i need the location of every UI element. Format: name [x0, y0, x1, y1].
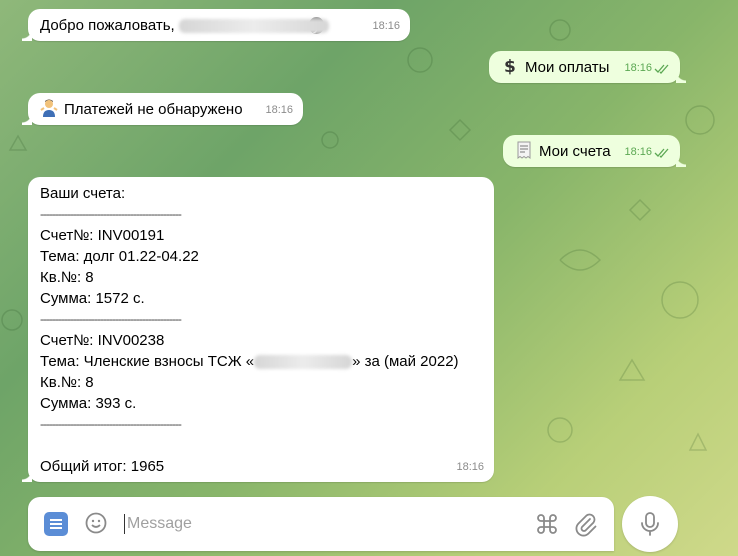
- my-payments-text: Мои оплаты: [525, 59, 610, 76]
- double-check-icon: [654, 64, 669, 74]
- invoice-amount: Сумма: 393 с.: [40, 395, 137, 412]
- microphone-icon: [641, 512, 659, 536]
- invoice-amount: Сумма: 1572 с.: [40, 290, 145, 307]
- redacted-name: [178, 19, 329, 34]
- redacted-hoa-name: [254, 355, 353, 370]
- invoice-topic: Тема: долг 01.22-04.22: [40, 248, 199, 265]
- no-payments-text: Платежей не обнаружено: [64, 101, 243, 118]
- invoices-total: Общий итог: 1965: [40, 458, 165, 475]
- message-time: 18:16: [265, 104, 293, 116]
- welcome-text: Добро пожаловать,: [40, 17, 175, 34]
- message-time: 18:16: [456, 461, 484, 473]
- receipt-icon: [517, 141, 531, 159]
- welcome-message: Добро пожаловать, у 18:16: [22, 9, 410, 41]
- invoice-apartment: Кв.№: 8: [40, 269, 94, 286]
- divider: ----------------------------------------…: [40, 417, 182, 431]
- message-time: 18:16: [624, 58, 670, 79]
- double-check-icon: [654, 148, 669, 158]
- invoice-topic-suffix: » за (май 2022): [352, 353, 459, 370]
- divider: ----------------------------------------…: [40, 207, 182, 221]
- invoices-heading: Ваши счета:: [40, 185, 126, 202]
- no-payments-message: Платежей не обнаружено 18:16: [22, 93, 303, 125]
- microphone-button[interactable]: [622, 496, 678, 552]
- invoice-topic-prefix: Тема: Членские взносы ТСЖ «: [40, 353, 255, 370]
- invoice-topic: Тема: Членские взносы ТСЖ « » за (май 202…: [40, 351, 482, 372]
- my-payments-message: $ Мои оплаты 18:16: [489, 51, 686, 83]
- command-icon[interactable]: [535, 512, 559, 536]
- divider: ----------------------------------------…: [40, 312, 182, 326]
- message-input[interactable]: Message: [124, 514, 504, 534]
- message-composer: Message: [28, 497, 614, 551]
- invoice-apartment: Кв.№: 8: [40, 374, 94, 391]
- paperclip-icon[interactable]: [573, 511, 597, 537]
- invoice-number: Счет№: INV00238: [40, 332, 165, 349]
- dollar-sign-icon: $: [504, 57, 516, 75]
- invoice-number: Счет№: INV00191: [40, 227, 165, 244]
- invoices-message: Ваши счета: ----------------------------…: [22, 177, 494, 482]
- message-time: 18:16: [624, 142, 670, 163]
- svg-text:$: $: [504, 57, 516, 75]
- person-shrug-icon: [40, 99, 58, 117]
- message-time: 18:16: [372, 20, 400, 32]
- emoji-icon[interactable]: [84, 511, 108, 535]
- my-invoices-text: Мои счета: [539, 143, 611, 160]
- bot-menu-button[interactable]: [44, 512, 68, 536]
- my-invoices-message: Мои счета 18:16: [503, 135, 686, 167]
